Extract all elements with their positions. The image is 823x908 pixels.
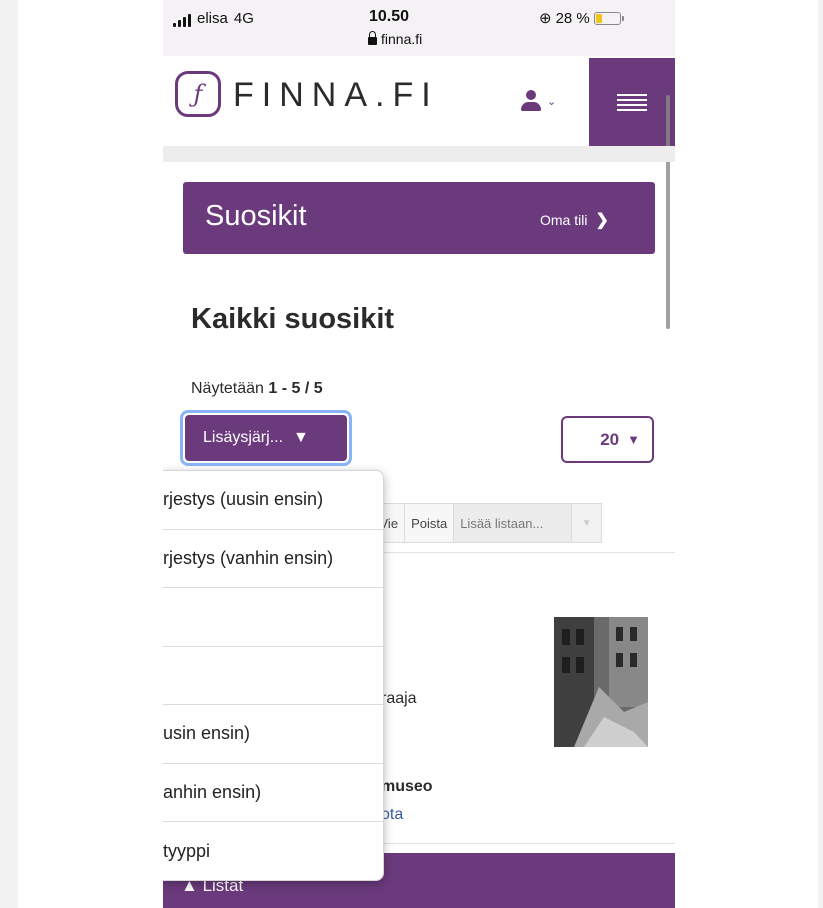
result-count: Näytetään 1 - 5 / 5 — [191, 380, 323, 398]
sort-option[interactable]: rjestys (vanhin ensin) — [163, 530, 383, 588]
result-count-prefix: Näytetään — [191, 380, 269, 397]
delete-button[interactable]: Poista — [405, 503, 455, 543]
favorites-banner: Suosikit Oma tili ❯ — [183, 182, 655, 254]
finna-logo-icon[interactable]: ƒ — [175, 71, 221, 117]
address-bar[interactable]: finna.fi — [368, 31, 422, 47]
battery-percent: 28 % — [555, 9, 590, 27]
sort-select[interactable]: Lisäysjärj... ▼ — [180, 410, 352, 466]
sort-option[interactable]: anhin ensin) — [163, 764, 383, 822]
user-menu-button[interactable]: ⌄ — [521, 84, 581, 118]
battery-status: ⊕ 28 % — [539, 9, 624, 27]
lock-icon — [368, 31, 377, 45]
main-menu-button[interactable] — [589, 58, 675, 146]
bulk-actions-toolbar: ti Vie Poista Lisää listaan... ▼ — [353, 503, 603, 543]
account-menu-toggle[interactable]: Oma tili ❯ — [540, 210, 609, 230]
account-label: Oma tili — [540, 212, 588, 228]
sort-option[interactable]: tyyppi — [163, 822, 383, 880]
caret-down-icon[interactable]: ▼ — [572, 503, 603, 543]
hamburger-icon — [617, 91, 647, 114]
chevron-down-icon: ⌄ — [547, 95, 557, 108]
record-link[interactable]: ota — [381, 806, 403, 824]
sort-select-label: Lisäysjärj... — [203, 429, 284, 446]
record-thumbnail[interactable] — [554, 617, 648, 747]
orientation-lock-icon: ⊕ — [539, 10, 552, 27]
clock: 10.50 — [369, 8, 410, 25]
page-size-select[interactable]: 20 ▼ — [561, 416, 654, 463]
result-count-range: 1 - 5 / 5 — [268, 380, 323, 397]
page-scrollbar[interactable] — [666, 95, 670, 329]
record-author-role: raaja — [381, 690, 417, 707]
signal-icon — [173, 14, 191, 27]
header-separator — [163, 146, 675, 162]
banner-title: Suosikit — [205, 200, 307, 232]
ruined-building-image — [554, 617, 648, 747]
user-icon — [521, 90, 541, 112]
caret-down-icon: ▼ — [627, 432, 640, 447]
chevron-down-icon: ❯ — [595, 212, 609, 229]
page-title: Kaikki suosikit — [191, 303, 395, 335]
sort-option[interactable]: rjestys (uusin ensin) — [163, 471, 383, 530]
battery-icon — [593, 11, 624, 25]
page-size-value: 20 — [600, 429, 620, 449]
sort-option[interactable] — [163, 588, 383, 647]
network-type: 4G — [233, 10, 254, 27]
site-header: ƒ FINNA.FI ⌄ — [163, 56, 675, 146]
url-text: finna.fi — [381, 31, 423, 47]
caret-down-icon: ▼ — [293, 429, 309, 446]
phone-screen: elisa 4G 10.50 finna.fi ⊕ 28 % ƒ FINNA.F… — [163, 0, 675, 908]
sort-option[interactable] — [163, 647, 383, 705]
sort-options-menu: rjestys (uusin ensin) rjestys (vanhin en… — [163, 470, 384, 881]
carrier-info: elisa 4G — [173, 10, 254, 27]
site-logo-text[interactable]: FINNA.FI — [233, 76, 439, 115]
carrier-name: elisa — [197, 10, 228, 27]
sort-option[interactable]: usin ensin) — [163, 705, 383, 764]
record-organisation: museo — [381, 778, 433, 795]
status-bar: elisa 4G 10.50 finna.fi ⊕ 28 % — [163, 0, 675, 56]
add-to-list-select[interactable]: Lisää listaan... — [454, 503, 573, 543]
